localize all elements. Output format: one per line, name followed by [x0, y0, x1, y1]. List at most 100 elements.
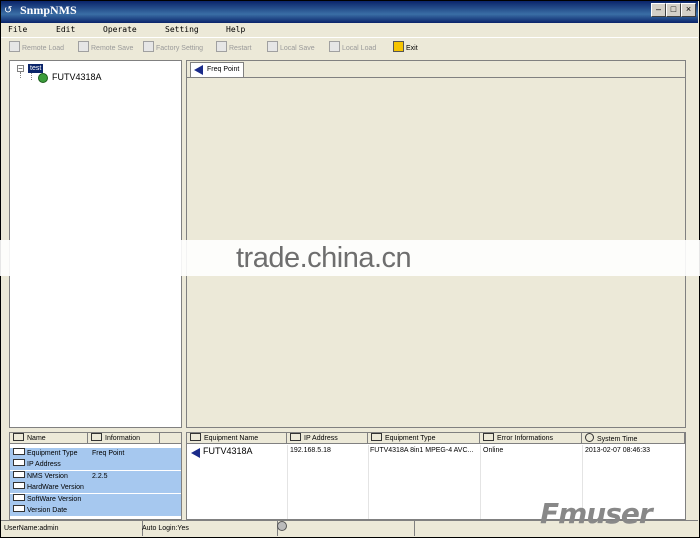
local-save-button[interactable]: Local Save	[267, 41, 315, 55]
close-button[interactable]: ×	[681, 3, 696, 17]
network-icon	[290, 433, 301, 441]
menu-bar: File Edit Operate Setting Help	[1, 23, 698, 37]
equipment-info-panel: Name Information Equipment Type Freq Poin…	[9, 432, 182, 520]
close-icon: ×	[685, 4, 692, 14]
header-equipment-type-label: Equipment Type	[385, 435, 436, 442]
row-icon	[13, 459, 25, 466]
local-load-label: Local Load	[342, 45, 377, 52]
device-list-header: Equipment Name IP Address Equipment Type…	[187, 433, 685, 444]
info-row[interactable]: IP Address	[10, 459, 181, 470]
info-header-information[interactable]: Information	[88, 433, 160, 444]
status-auto-login: Auto Login:Yes	[139, 521, 278, 536]
exit-label: Exit	[406, 45, 418, 52]
tree-connector	[20, 72, 21, 78]
save-disk-icon	[371, 433, 382, 441]
column-icon	[91, 433, 102, 441]
header-equipment-type[interactable]: Equipment Type	[368, 433, 480, 444]
info-row-name: Version Date	[27, 507, 68, 514]
tree-node-futv4318a[interactable]: FUTV4318A	[52, 72, 102, 82]
tab-freq-point-label: Freq Point	[207, 66, 240, 73]
row-icon	[13, 448, 25, 455]
column-icon	[190, 433, 201, 441]
info-row-value: 2.2.5	[92, 473, 108, 480]
info-row[interactable]: SoftWare Version	[10, 494, 181, 505]
info-header-name[interactable]: Name	[10, 433, 88, 444]
info-header-name-label: Name	[27, 435, 46, 442]
tree-collapse-toggle[interactable]: –	[17, 65, 24, 72]
header-ip-address-label: IP Address	[304, 435, 338, 442]
status-username: UserName:admin	[1, 521, 143, 536]
maximize-icon: □	[670, 4, 677, 14]
connection-icon	[277, 521, 287, 531]
app-icon: ↺	[4, 5, 13, 16]
local-save-icon	[267, 41, 278, 52]
info-header: Name Information	[10, 433, 181, 444]
watermark-text: trade.china.cn	[236, 242, 412, 274]
fmuser-logo: Fmuser	[540, 497, 653, 530]
back-arrow-icon	[194, 65, 203, 75]
row-icon	[13, 505, 25, 512]
device-system-time: 2013-02-07 08:46:33	[585, 447, 650, 454]
factory-setting-label: Factory Setting	[156, 45, 204, 52]
header-equipment-name-label: Equipment Name	[204, 435, 259, 442]
device-error-status: Online	[483, 447, 504, 454]
row-icon	[13, 494, 25, 501]
header-error-informations-label: Error Informations	[497, 435, 554, 442]
info-row-name: NMS Version	[27, 473, 68, 480]
remote-save-button[interactable]: Remote Save	[78, 41, 133, 55]
header-system-time-label: System Time	[597, 436, 638, 443]
info-row-name: SoftWare Version	[27, 496, 82, 503]
restart-icon	[216, 41, 227, 52]
tree-connector	[31, 72, 32, 80]
remote-load-button[interactable]: Remote Load	[9, 41, 64, 55]
menu-operate[interactable]: Operate	[103, 25, 137, 34]
remote-load-icon	[9, 41, 20, 52]
menu-setting[interactable]: Setting	[165, 25, 199, 34]
remote-save-label: Remote Save	[91, 45, 134, 52]
row-icon	[13, 471, 25, 478]
remote-save-icon	[78, 41, 89, 52]
local-load-button[interactable]: Local Load	[329, 41, 376, 55]
row-icon	[13, 482, 25, 489]
minimize-icon: –	[655, 4, 661, 14]
device-name: FUTV4318A	[203, 446, 253, 456]
info-row[interactable]: Equipment Type Freq Point	[10, 448, 181, 459]
status-connection	[274, 521, 415, 536]
local-load-icon	[329, 41, 340, 52]
device-row[interactable]: FUTV4318A 192.168.5.18 FUTV4318A 8in1 MP…	[187, 445, 685, 458]
info-row-name: IP Address	[27, 461, 61, 468]
menu-help[interactable]: Help	[226, 25, 245, 34]
header-equipment-name[interactable]: Equipment Name	[187, 433, 287, 444]
tab-freq-point[interactable]: Freq Point	[190, 62, 244, 77]
minimize-button[interactable]: –	[651, 3, 666, 17]
info-header-info-label: Information	[105, 435, 141, 442]
title-bar[interactable]	[1, 1, 698, 23]
device-type: FUTV4318A 8in1 MPEG-4 AVC...	[370, 447, 474, 454]
maximize-button[interactable]: □	[666, 3, 681, 17]
header-system-time[interactable]: System Time	[582, 433, 685, 444]
menu-edit[interactable]: Edit	[56, 25, 75, 34]
tree-node-test[interactable]: test	[28, 64, 44, 73]
restart-label: Restart	[229, 45, 252, 52]
info-row[interactable]: Version Date	[10, 505, 181, 516]
local-save-label: Local Save	[280, 45, 315, 52]
header-error-informations[interactable]: Error Informations	[480, 433, 582, 444]
toolbar: Remote Load Remote Save Factory Setting …	[1, 37, 698, 56]
remote-load-label: Remote Load	[22, 45, 65, 52]
table-icon	[483, 433, 494, 441]
exit-button[interactable]: Exit	[393, 41, 418, 55]
info-row-name: Equipment Type	[27, 450, 78, 457]
header-ip-address[interactable]: IP Address	[287, 433, 368, 444]
restart-button[interactable]: Restart	[216, 41, 252, 55]
info-row[interactable]: HardWare Version	[10, 482, 181, 493]
factory-setting-icon	[143, 41, 154, 52]
info-row-name: HardWare Version	[27, 484, 84, 491]
clock-icon	[585, 433, 594, 442]
back-arrow-icon	[191, 448, 200, 458]
exit-icon	[393, 41, 404, 52]
info-row[interactable]: NMS Version 2.2.5	[10, 471, 181, 482]
info-row-value: Freq Point	[92, 450, 125, 457]
column-icon	[13, 433, 24, 441]
menu-file[interactable]: File	[8, 25, 27, 34]
factory-setting-button[interactable]: Factory Setting	[143, 41, 203, 55]
